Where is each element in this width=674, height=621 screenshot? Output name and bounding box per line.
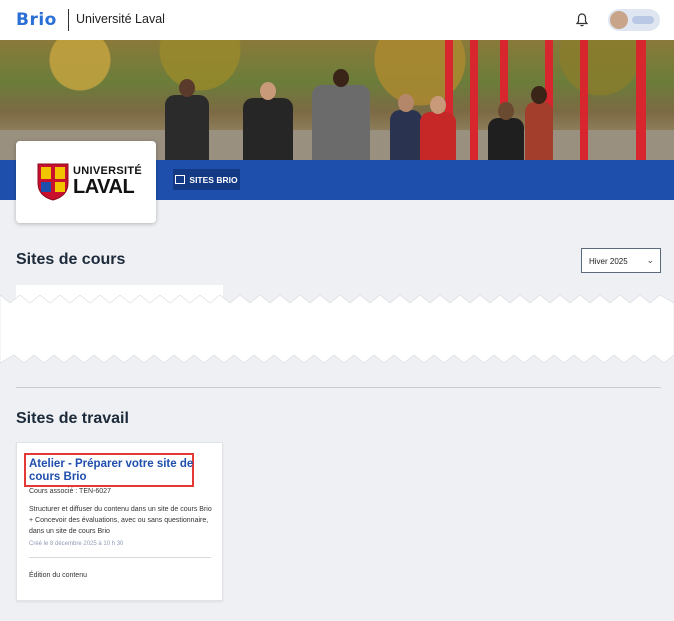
banner-person bbox=[165, 79, 209, 160]
work-site-card[interactable]: Atelier - Préparer votre site de cours B… bbox=[16, 442, 223, 601]
sites-brio-button[interactable]: SITES BRIO bbox=[173, 169, 240, 190]
user-role: Édition du contenu bbox=[29, 572, 87, 579]
courses-section-title: Sites de cours bbox=[16, 251, 126, 268]
monitor-icon bbox=[175, 175, 186, 184]
banner-person bbox=[243, 82, 293, 160]
section-divider bbox=[16, 387, 661, 388]
session-select[interactable]: Hiver 2025 ⌄ bbox=[581, 248, 661, 273]
ul-crest-icon bbox=[37, 163, 69, 201]
user-name-blurred bbox=[632, 16, 654, 24]
brio-logo[interactable]: Brio bbox=[16, 10, 57, 30]
header-separator bbox=[68, 9, 69, 31]
banner-pole bbox=[580, 40, 588, 160]
associated-course: Cours associé : TEN-6027 bbox=[29, 488, 111, 495]
torn-screenshot-gap bbox=[0, 285, 674, 364]
top-bar: Brio Université Laval bbox=[0, 0, 674, 41]
banner-pole bbox=[470, 40, 478, 160]
work-section-title: Sites de travail bbox=[16, 410, 129, 427]
banner-pole bbox=[636, 40, 646, 160]
created-date: Créé le 8 décembre 2025 à 10 h 30 bbox=[29, 541, 124, 547]
universite-laval-logo-card[interactable]: UNIVERSITÉ LAVAL bbox=[16, 141, 156, 223]
session-select-value: Hiver 2025 bbox=[589, 257, 628, 266]
brio-logo-text: Brio bbox=[16, 10, 57, 30]
logo-text-laval: LAVAL bbox=[73, 176, 135, 198]
institution-name: Université Laval bbox=[76, 12, 165, 26]
chevron-down-icon: ⌄ bbox=[646, 255, 654, 265]
bell-icon[interactable] bbox=[574, 12, 590, 28]
work-site-title-link[interactable]: Atelier - Préparer votre site de cours B… bbox=[29, 458, 194, 484]
banner-person bbox=[525, 86, 553, 160]
sites-brio-label: SITES BRIO bbox=[189, 174, 238, 185]
banner-person bbox=[420, 96, 456, 160]
banner-person bbox=[488, 102, 524, 160]
user-menu[interactable] bbox=[608, 9, 660, 31]
banner-person bbox=[390, 94, 422, 160]
avatar bbox=[610, 11, 628, 29]
banner-person bbox=[312, 69, 370, 160]
card-divider bbox=[29, 557, 211, 558]
work-site-description: Structurer et diffuser du contenu dans u… bbox=[29, 506, 212, 535]
